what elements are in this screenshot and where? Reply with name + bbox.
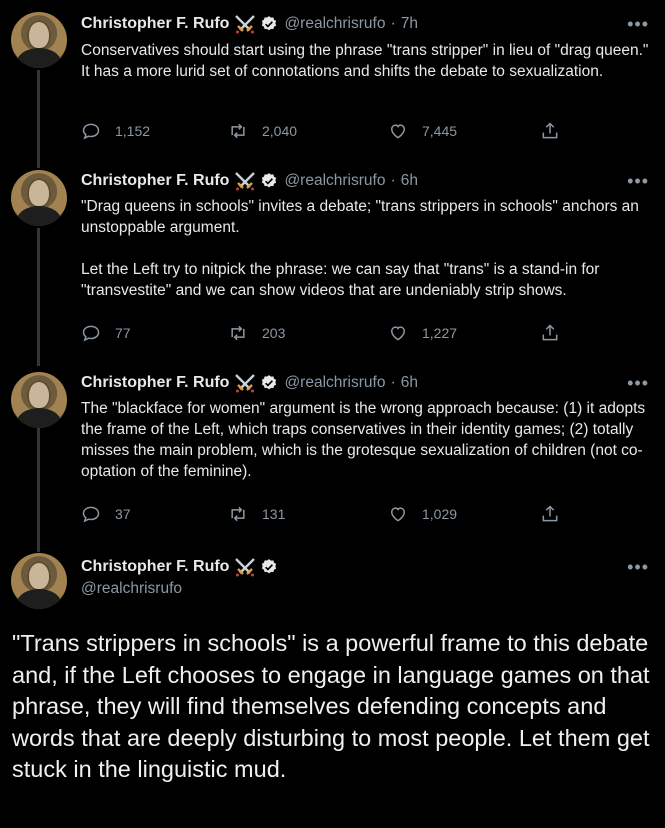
share-button[interactable] <box>540 504 574 524</box>
share-button[interactable] <box>540 121 574 141</box>
retweet-button[interactable]: 2,040 <box>228 121 297 141</box>
like-button[interactable]: 1,029 <box>388 504 457 524</box>
retweet-button[interactable]: 131 <box>228 504 285 524</box>
retweet-button[interactable]: 203 <box>228 323 285 343</box>
retweet-icon <box>231 123 245 139</box>
tweet-actions: 1,152 2,040 7,445 <box>81 119 561 143</box>
share-icon <box>542 505 558 522</box>
reply-icon <box>82 325 100 342</box>
heart-icon <box>390 124 406 139</box>
reply-count: 77 <box>115 325 131 341</box>
heart-icon <box>390 326 406 341</box>
crossed-swords-icon <box>235 172 256 191</box>
reply-count: 1,152 <box>115 123 151 139</box>
reply-button[interactable]: 1,152 <box>81 121 150 141</box>
author-name[interactable]: Christopher F. Rufo <box>81 558 229 576</box>
tweet-text: "Drag queens in schools" invites a debat… <box>81 198 639 299</box>
separator-dot: · <box>390 15 396 32</box>
tweet-actions: 77 203 1,227 <box>81 321 561 345</box>
focused-tweet-text: "Trans strippers in schools" is a powerf… <box>12 630 657 782</box>
verified-badge-icon <box>262 16 277 31</box>
tweet-text: The "blackface for women" argument is th… <box>81 400 650 480</box>
tweet-time[interactable]: 7h <box>401 15 418 33</box>
author-handle[interactable]: @realchrisrufo <box>81 580 182 598</box>
crossed-swords-icon <box>235 15 256 34</box>
author-name[interactable]: Christopher F. Rufo <box>81 374 229 392</box>
share-icon <box>542 324 558 341</box>
like-button[interactable]: 1,227 <box>388 323 457 343</box>
share-button[interactable] <box>540 323 574 343</box>
avatar[interactable] <box>11 553 67 609</box>
heart-icon <box>390 507 406 522</box>
reply-button[interactable]: 77 <box>81 323 131 343</box>
author-name[interactable]: Christopher F. Rufo <box>81 15 229 33</box>
verified-badge-icon <box>262 173 277 188</box>
tweet-actions: 37 131 1,029 <box>81 502 561 526</box>
verified-badge-icon <box>262 375 277 390</box>
tweet-time[interactable]: 6h <box>401 374 418 392</box>
tweet-header: Christopher F. Rufo @realchrisrufo · 6h <box>81 170 418 192</box>
retweet-count: 131 <box>262 506 286 522</box>
avatar[interactable] <box>11 12 67 68</box>
tweet-header: Christopher F. Rufo @realchrisrufo · 7h <box>81 13 418 35</box>
retweet-count: 2,040 <box>262 123 298 139</box>
like-count: 1,227 <box>422 325 458 341</box>
reply-icon <box>82 506 100 523</box>
tweet-time[interactable]: 6h <box>401 172 418 190</box>
crossed-swords-icon <box>235 374 256 393</box>
retweet-count: 203 <box>262 325 286 341</box>
author-name[interactable]: Christopher F. Rufo <box>81 172 229 190</box>
avatar[interactable] <box>11 170 67 226</box>
retweet-icon <box>231 325 245 341</box>
tweet-header: Christopher F. Rufo <box>81 556 278 578</box>
avatar[interactable] <box>11 372 67 428</box>
author-handle[interactable]: @realchrisrufo <box>284 374 385 392</box>
more-options-icon[interactable]: ••• <box>627 373 649 394</box>
crossed-swords-icon <box>235 558 256 577</box>
more-options-icon[interactable]: ••• <box>627 557 649 578</box>
thread-line <box>37 70 40 168</box>
separator-dot: · <box>390 172 396 189</box>
more-options-icon[interactable]: ••• <box>627 171 649 192</box>
more-options-icon[interactable]: ••• <box>627 14 649 35</box>
thread-line <box>37 428 40 552</box>
like-count: 1,029 <box>422 506 458 522</box>
thread-line <box>37 228 40 366</box>
retweet-icon <box>231 506 245 522</box>
reply-button[interactable]: 37 <box>81 504 131 524</box>
verified-badge-icon <box>262 559 277 574</box>
reply-icon <box>82 123 100 140</box>
like-button[interactable]: 7,445 <box>388 121 457 141</box>
share-icon <box>542 122 558 139</box>
like-count: 7,445 <box>422 123 458 139</box>
author-handle[interactable]: @realchrisrufo <box>284 172 385 190</box>
reply-count: 37 <box>115 506 131 522</box>
tweet-header: Christopher F. Rufo @realchrisrufo · 6h <box>81 372 418 394</box>
tweet-text: Conservatives should start using the phr… <box>81 42 653 80</box>
separator-dot: · <box>390 374 396 391</box>
author-handle[interactable]: @realchrisrufo <box>284 15 385 33</box>
